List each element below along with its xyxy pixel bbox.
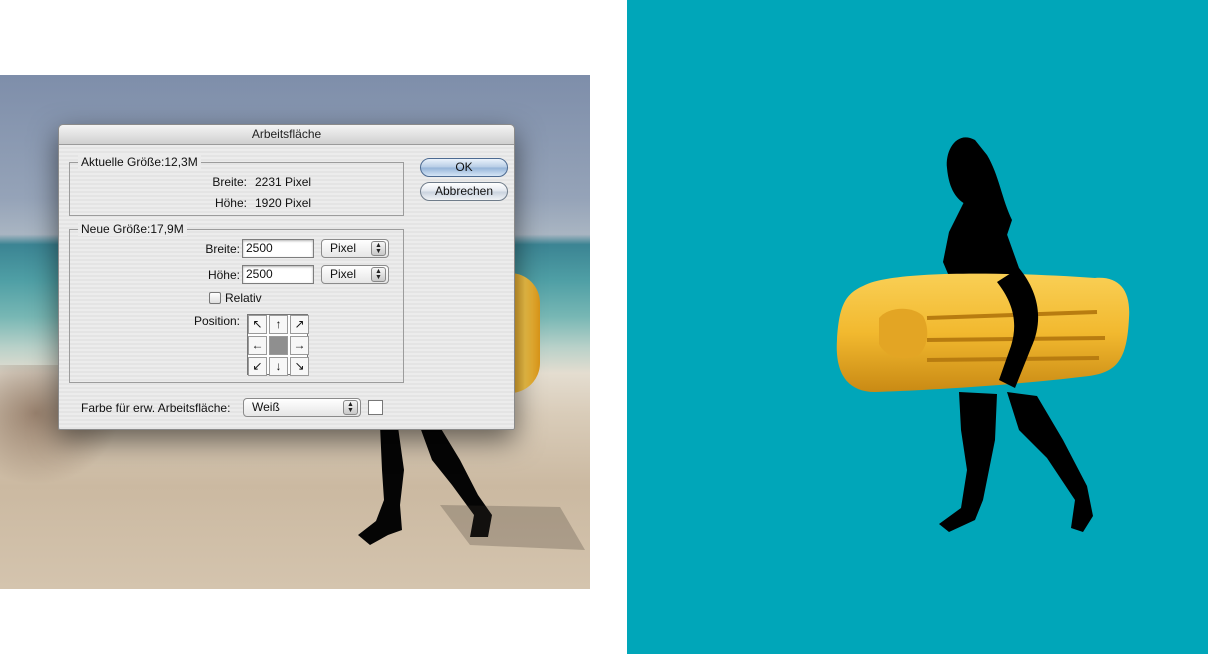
woman-silhouette-with-air-mattress — [836, 137, 1130, 532]
ok-button[interactable]: OK — [420, 158, 508, 177]
new-width-input[interactable]: 2500 — [242, 239, 314, 258]
height-unit-select[interactable]: Pixel ▲ ▼ — [321, 265, 389, 284]
new-height-input[interactable]: 2500 — [242, 265, 314, 284]
height-unit-value: Pixel — [330, 267, 357, 281]
cancel-button[interactable]: Abbrechen — [420, 182, 508, 201]
relative-label: Relativ — [225, 291, 262, 305]
current-size-group: Aktuelle Größe:12,3M Breite: 2231 Pixel … — [69, 155, 404, 216]
anchor-top-left-icon[interactable]: ↖ — [248, 315, 267, 334]
anchor-position-grid[interactable]: ↖ ↑ ↗ ← → ↙ ↓ ↘ — [247, 314, 309, 376]
new-width-label: Breite: — [205, 242, 240, 256]
width-unit-value: Pixel — [330, 241, 357, 255]
current-height-value: 1920 Pixel — [255, 196, 312, 210]
anchor-bottom-left-icon[interactable]: ↙ — [248, 357, 267, 376]
new-size-group: Neue Größe:17,9M Breite: 2500 Pixel ▲ ▼ H… — [69, 222, 404, 383]
new-height-label: Höhe: — [207, 268, 240, 282]
anchor-left-icon[interactable]: ← — [248, 336, 267, 355]
popup-arrows-icon: ▲ ▼ — [371, 267, 386, 282]
anchor-top-icon[interactable]: ↑ — [269, 315, 288, 334]
extension-color-swatch[interactable] — [368, 400, 383, 415]
canvas-size-dialog: Arbeitsfläche Aktuelle Größe:12,3M Breit… — [58, 124, 515, 430]
relative-checkbox[interactable] — [209, 292, 221, 304]
dialog-title: Arbeitsfläche — [59, 125, 514, 145]
anchor-right-icon[interactable]: → — [290, 336, 309, 355]
current-width-label: Breite: — [212, 175, 247, 189]
silhouette-result-panel — [627, 0, 1208, 654]
current-height-label: Höhe: — [214, 196, 247, 210]
current-width-value: 2231 Pixel — [255, 175, 312, 189]
popup-arrows-icon: ▲ ▼ — [371, 241, 386, 256]
current-size-legend: Aktuelle Größe:12,3M — [78, 155, 201, 169]
extension-color-label: Farbe für erw. Arbeitsfläche: — [81, 401, 231, 415]
anchor-center[interactable] — [269, 336, 288, 355]
extension-color-value: Weiß — [252, 400, 280, 414]
popup-arrows-icon: ▲ ▼ — [343, 400, 358, 415]
anchor-bottom-right-icon[interactable]: ↘ — [290, 357, 309, 376]
anchor-top-right-icon[interactable]: ↗ — [290, 315, 309, 334]
new-size-legend: Neue Größe:17,9M — [78, 222, 187, 236]
position-label: Position: — [193, 314, 240, 328]
anchor-bottom-icon[interactable]: ↓ — [269, 357, 288, 376]
width-unit-select[interactable]: Pixel ▲ ▼ — [321, 239, 389, 258]
extension-color-select[interactable]: Weiß ▲ ▼ — [243, 398, 361, 417]
